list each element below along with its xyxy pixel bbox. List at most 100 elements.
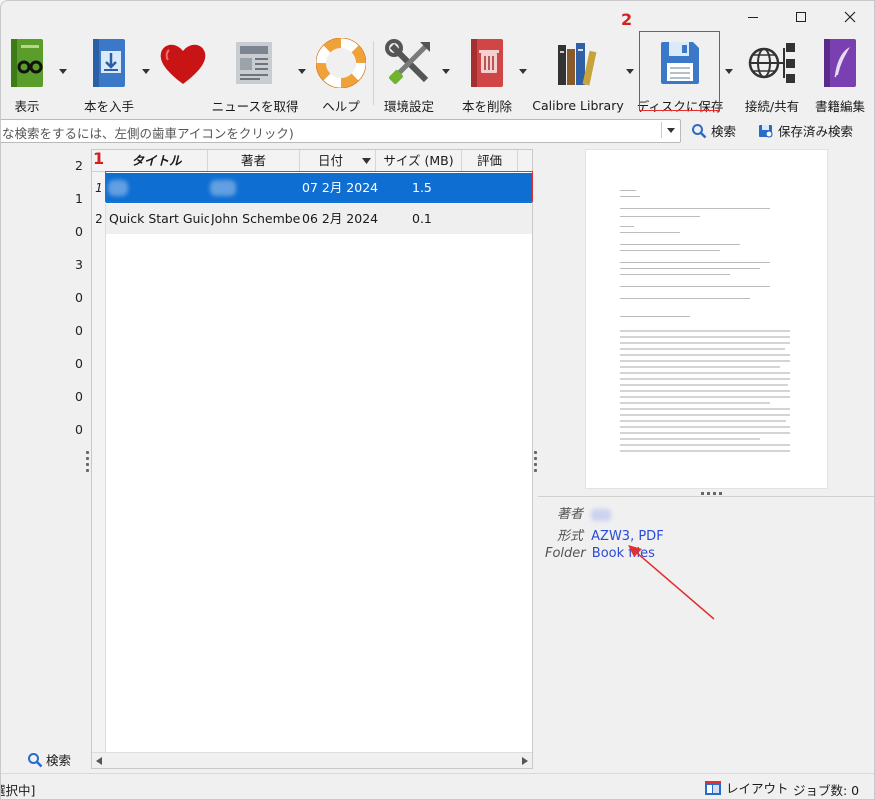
save-to-disk-dropdown[interactable] <box>725 69 733 74</box>
row-header-column <box>92 172 106 752</box>
layout-label: レイアウト <box>726 781 789 796</box>
add-books-dropdown[interactable] <box>142 69 150 74</box>
column-author[interactable]: 著者 <box>208 150 300 172</box>
heart-icon <box>157 35 209 93</box>
cell-author: John Schember <box>211 211 301 226</box>
toolbar-separator <box>373 41 374 105</box>
table-header: タイトル 著者 日付 サイズ (MB) 評価 <box>92 150 532 172</box>
book-cover[interactable] <box>585 149 828 489</box>
redacted-author <box>210 180 236 196</box>
column-size[interactable]: サイズ (MB) <box>376 150 462 172</box>
view-label: 表示 <box>14 99 40 114</box>
search-bar: な検索をするには、左側の歯車アイコンをクリック) 検索 保存済み検索 <box>1 118 874 144</box>
format-key: 形式 <box>557 529 584 544</box>
connect-share-button[interactable]: 接続/共有 <box>739 35 805 115</box>
details-splitter[interactable] <box>538 491 874 497</box>
edit-book-icon <box>814 35 866 91</box>
column-title[interactable]: タイトル <box>106 150 208 172</box>
preferences-label: 環境設定 <box>383 99 434 114</box>
add-book-icon <box>83 35 135 91</box>
cell-size: 0.1 <box>412 211 432 226</box>
right-splitter-handle[interactable] <box>534 451 537 472</box>
calibre-window: 表示 本を入手 ニュースを取得 ヘルプ 環境設定 本を削除 Calibre Li… <box>0 0 875 800</box>
tag-count[interactable]: 0 <box>75 422 83 437</box>
edit-book-label: 書籍編集 <box>814 99 865 114</box>
tools-icon <box>383 35 435 91</box>
row-number[interactable]: 2 <box>92 204 106 234</box>
library-dropdown[interactable] <box>626 69 634 74</box>
search-placeholder: な検索をするには、左側の歯車アイコンをクリック) <box>2 126 294 141</box>
connect-share-label: 接続/共有 <box>744 99 800 114</box>
saved-search-label: 保存済み検索 <box>778 124 854 139</box>
search-history-dropdown[interactable] <box>661 122 679 138</box>
tag-browser-search-button[interactable]: 検索 <box>27 750 71 769</box>
status-bar: 選択中] レイアウト ジョブ数: 0 <box>1 773 874 799</box>
minimize-button[interactable] <box>730 3 776 31</box>
layout-button[interactable]: レイアウト <box>704 778 789 797</box>
network-globe-icon <box>746 35 798 91</box>
library-books-icon <box>552 35 604 93</box>
view-button[interactable]: 表示 <box>1 35 53 115</box>
preferences-button[interactable]: 環境設定 <box>381 35 437 115</box>
horizontal-scrollbar[interactable] <box>92 752 532 768</box>
magnifier-icon <box>692 123 707 138</box>
jobs-indicator[interactable]: ジョブ数: 0 <box>793 780 859 799</box>
calibre-library-label: Calibre Library <box>532 98 624 113</box>
fetch-news-button[interactable]: ニュースを取得 <box>212 35 298 115</box>
preferences-dropdown[interactable] <box>442 69 450 74</box>
book-details-panel: 著者 形式 AZW3, PDF Folder Book files <box>538 149 874 769</box>
cell-rating <box>476 204 532 234</box>
search-button[interactable]: 検索 <box>691 121 736 140</box>
tag-count[interactable]: 0 <box>75 389 83 404</box>
format-value[interactable]: AZW3, PDF <box>591 529 664 544</box>
remove-books-button[interactable]: 本を削除 <box>459 35 515 115</box>
tag-count[interactable]: 2 <box>75 158 83 173</box>
row-number[interactable]: 1 <box>92 173 106 203</box>
calibre-library-button[interactable]: Calibre Library <box>532 35 624 115</box>
layout-icon <box>705 780 721 795</box>
view-dropdown[interactable] <box>59 69 67 74</box>
main-toolbar: 表示 本を入手 ニュースを取得 ヘルプ 環境設定 本を削除 Calibre Li… <box>1 29 874 115</box>
edit-book-button[interactable]: 書籍編集 <box>809 35 871 115</box>
tag-count[interactable]: 0 <box>75 290 83 305</box>
tag-count[interactable]: 1 <box>75 191 83 206</box>
book-list-table: タイトル 著者 日付 サイズ (MB) 評価 1 07 2月 2024 1.5 … <box>91 149 533 769</box>
maximize-button[interactable] <box>778 3 824 31</box>
close-button[interactable] <box>827 3 873 31</box>
author-row: 著者 <box>557 503 612 522</box>
scroll-right-icon <box>522 757 528 765</box>
tag-count[interactable]: 0 <box>75 323 83 338</box>
fetch-news-label: ニュースを取得 <box>211 99 299 114</box>
tag-count[interactable]: 0 <box>75 224 83 239</box>
author-key: 著者 <box>557 507 584 522</box>
search-input[interactable]: な検索をするには、左側の歯車アイコンをクリック) <box>1 119 681 143</box>
donate-button[interactable] <box>155 35 211 115</box>
table-row[interactable]: 07 2月 2024 1.5 <box>106 173 532 203</box>
folder-row: Folder Book files <box>545 546 655 561</box>
cell-title: Quick Start Guide <box>109 211 209 226</box>
folder-link[interactable]: Book files <box>592 546 655 561</box>
status-text: 選択中] <box>1 783 36 798</box>
tag-count[interactable]: 3 <box>75 257 83 272</box>
remove-books-dropdown[interactable] <box>519 69 527 74</box>
remove-books-label: 本を削除 <box>461 99 512 114</box>
cell-date: 07 2月 2024 <box>302 180 379 195</box>
tag-count[interactable]: 0 <box>75 356 83 371</box>
tag-browser: 2 1 0 3 0 0 0 0 0 検索 <box>1 149 89 769</box>
remove-book-icon <box>461 35 513 91</box>
cell-rating <box>476 173 532 203</box>
view-book-icon <box>1 35 53 91</box>
cell-date: 06 2月 2024 <box>302 211 379 226</box>
sort-descending-icon <box>362 158 371 164</box>
search-button-label: 検索 <box>711 124 737 139</box>
table-row[interactable]: Quick Start Guide John Schember 06 2月 20… <box>106 204 532 234</box>
column-rating[interactable]: 評価 <box>462 150 518 172</box>
add-books-button[interactable]: 本を入手 <box>81 35 137 115</box>
cell-size: 1.5 <box>412 180 432 195</box>
left-splitter-handle[interactable] <box>86 451 89 472</box>
save-to-disk-highlight <box>639 31 720 111</box>
saved-search-button[interactable]: 保存済み検索 <box>758 121 853 140</box>
help-button[interactable]: ヘルプ <box>313 35 369 115</box>
help-label: ヘルプ <box>322 99 360 114</box>
fetch-news-dropdown[interactable] <box>298 69 306 74</box>
